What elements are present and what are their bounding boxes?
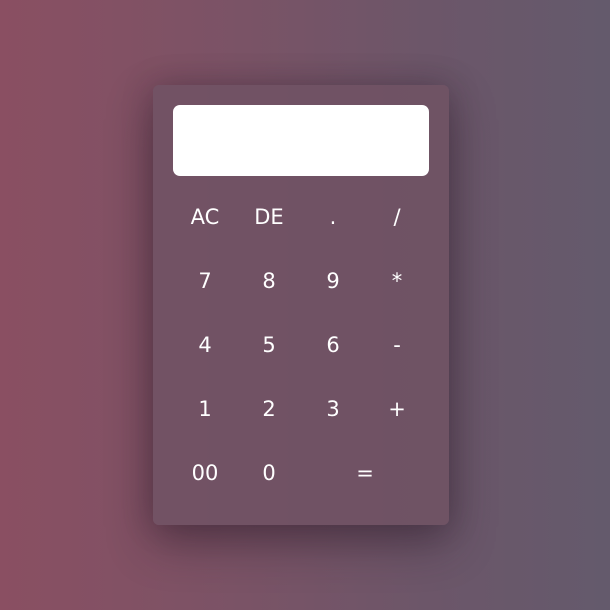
multiply-button[interactable]: *: [369, 253, 425, 309]
digit-1-button[interactable]: 1: [177, 381, 233, 437]
digit-5-button[interactable]: 5: [241, 317, 297, 373]
add-button[interactable]: +: [369, 381, 425, 437]
decimal-point-button[interactable]: .: [305, 189, 361, 245]
digit-4-button[interactable]: 4: [177, 317, 233, 373]
digit-9-button[interactable]: 9: [305, 253, 361, 309]
digit-2-button[interactable]: 2: [241, 381, 297, 437]
equals-button[interactable]: =: [305, 445, 425, 501]
calculator-panel: AC DE . / 7 8 9 * 4 5 6 - 1 2 3 + 00 0 =: [153, 85, 449, 525]
digit-7-button[interactable]: 7: [177, 253, 233, 309]
digit-3-button[interactable]: 3: [305, 381, 361, 437]
display-field[interactable]: [173, 105, 429, 176]
digit-8-button[interactable]: 8: [241, 253, 297, 309]
double-zero-button[interactable]: 00: [177, 445, 233, 501]
divide-button[interactable]: /: [369, 189, 425, 245]
clear-all-button[interactable]: AC: [177, 189, 233, 245]
subtract-button[interactable]: -: [369, 317, 425, 373]
delete-button[interactable]: DE: [241, 189, 297, 245]
digit-6-button[interactable]: 6: [305, 317, 361, 373]
digit-0-button[interactable]: 0: [241, 445, 297, 501]
